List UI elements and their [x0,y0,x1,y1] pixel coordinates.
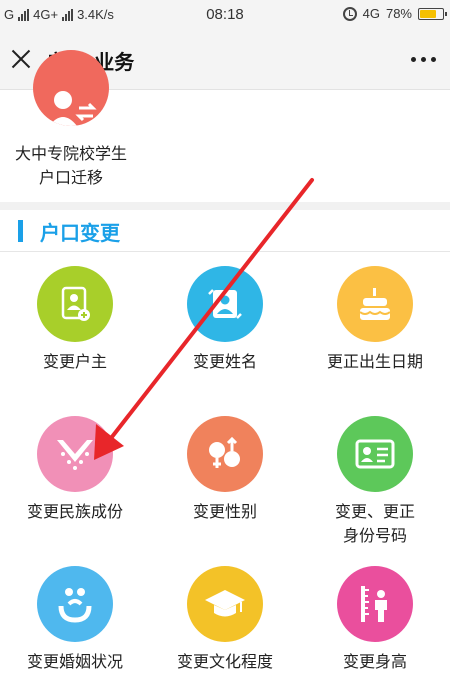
alarm-icon [342,6,357,21]
service-item-student-migration[interactable]: 大中专院校学生 户口迁移 [0,50,150,202]
battery-percent: 78% [385,6,412,21]
ethnic-collar-icon [37,416,113,492]
service-item-change-height[interactable]: 变更身高 [300,552,450,682]
cake-icon [337,266,413,342]
graduation-cap-icon [187,566,263,642]
id-card-icon [187,266,263,342]
battery-icon [418,7,447,20]
more-icon[interactable] [411,57,436,62]
service-item-change-marital-status[interactable]: 变更婚姻状况 [0,552,150,682]
id-number-icon [337,416,413,492]
status-bar: G 4G+ 3.4K/s 08:18 4G 78% [0,0,450,30]
section-divider [0,202,450,210]
service-label: 更正出生日期 [326,352,423,371]
service-label-line2: 户口迁移 [38,168,103,187]
service-label: 变更婚姻状况 [26,652,123,671]
section-title: 户口变更 [40,221,120,245]
person-transfer-icon [33,50,109,126]
service-item-change-gender[interactable]: 变更性别 [150,402,300,552]
service-item-change-ethnicity[interactable]: 变更民族成份 [0,402,150,552]
service-label: 变更、更正 身份号码 [334,502,415,545]
service-label: 变更文化程度 [176,652,273,671]
service-item-change-id-number[interactable]: 变更、更正 身份号码 [300,402,450,552]
document-person-icon [37,266,113,342]
close-icon[interactable] [8,46,34,72]
service-label: 变更姓名 [192,352,257,371]
service-label: 变更身高 [342,652,407,671]
service-item-change-name[interactable]: 变更姓名 [150,252,300,402]
service-item-change-education[interactable]: 变更文化程度 [150,552,300,682]
marriage-icon [37,566,113,642]
section-accent-bar [18,220,23,242]
network-type: 4G [362,6,380,21]
height-icon [337,566,413,642]
gender-icon [187,416,263,492]
service-item-change-householder[interactable]: 变更户主 [0,252,150,402]
service-label: 大中专院校学生 [14,144,127,163]
section-header: 户口变更 [0,210,450,252]
service-label: 变更户主 [42,352,107,371]
service-item-correct-birthdate[interactable]: 更正出生日期 [300,252,450,402]
status-right: 4G 78% [342,6,447,21]
service-label: 变更民族成份 [26,502,123,521]
service-label: 变更性别 [192,502,257,521]
